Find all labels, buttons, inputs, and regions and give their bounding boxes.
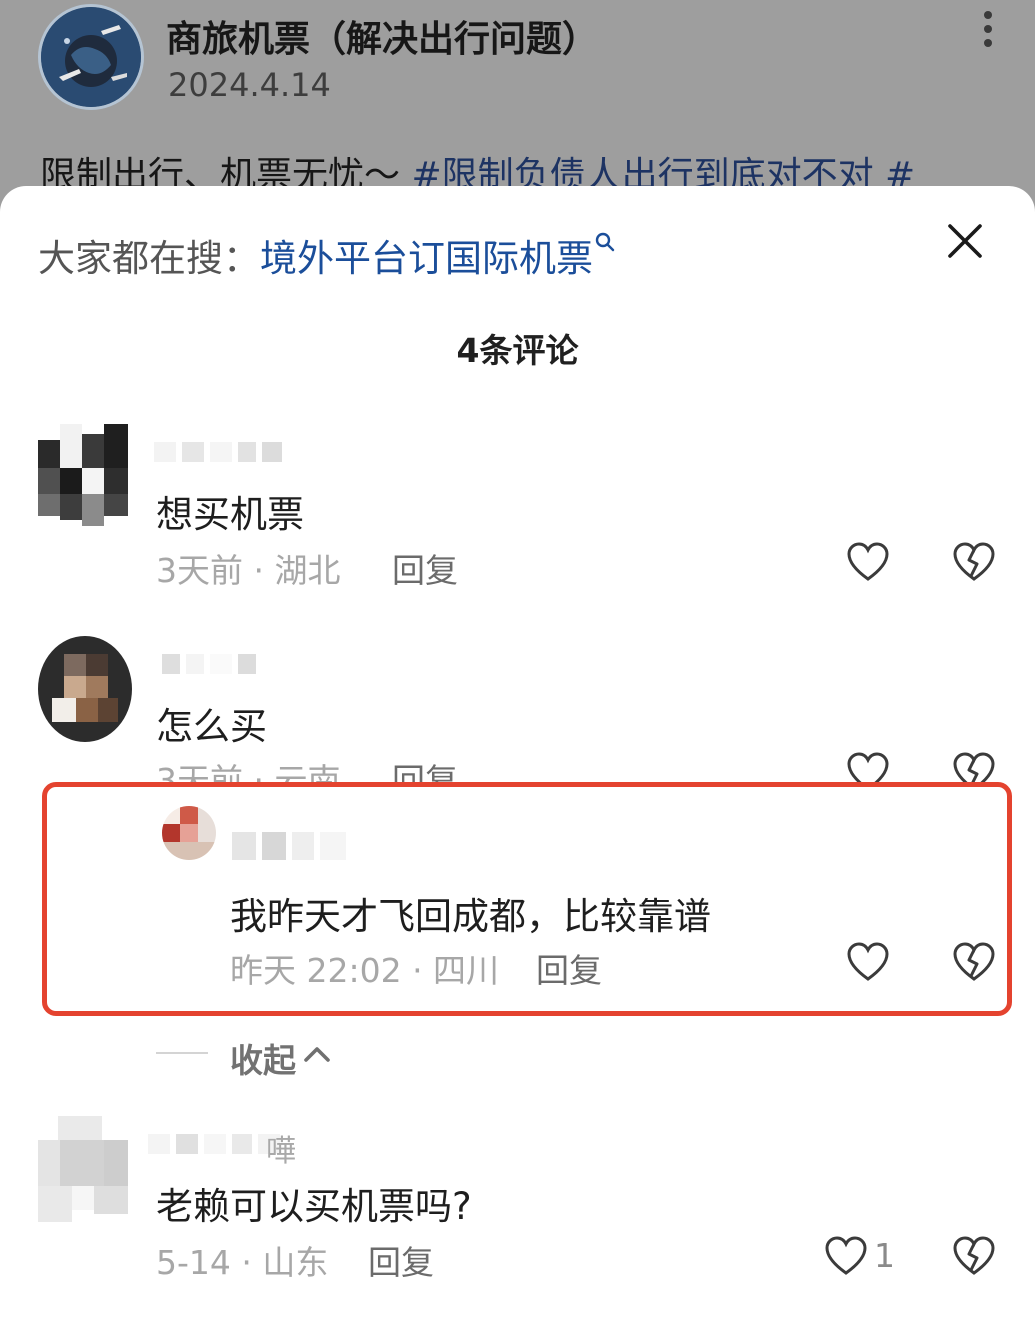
heart-icon[interactable] xyxy=(824,1236,868,1276)
comments-count-title: 4条评论 xyxy=(456,331,579,370)
username-blurred[interactable] xyxy=(162,654,256,674)
username-blurred[interactable] xyxy=(232,832,346,860)
avatar[interactable] xyxy=(38,424,128,528)
search-icon xyxy=(595,232,615,252)
broken-heart-icon[interactable] xyxy=(952,542,996,582)
comment-meta: 3天前 · 湖北 xyxy=(156,551,341,590)
globe-logo-icon xyxy=(41,7,141,107)
chevron-up-icon[interactable] xyxy=(302,1040,332,1070)
comment-meta: 5-14 · 山东 xyxy=(156,1243,329,1282)
like-count: 1 xyxy=(874,1236,895,1275)
trending-search-row[interactable]: 大家都在搜：境外平台订国际机票 xyxy=(38,228,615,282)
avatar[interactable] xyxy=(38,636,132,742)
heart-icon[interactable] xyxy=(846,942,890,982)
search-prefix: 大家都在搜： xyxy=(38,237,260,280)
collapse-divider xyxy=(156,1052,208,1054)
broken-heart-icon[interactable] xyxy=(952,1236,996,1276)
username-partial[interactable]: 嘩 xyxy=(266,1126,296,1170)
username-blurred[interactable] xyxy=(154,442,282,462)
avatar[interactable] xyxy=(38,1116,128,1222)
more-vertical-icon[interactable] xyxy=(978,10,998,50)
broken-heart-icon[interactable] xyxy=(952,942,996,982)
comment-meta: 昨天 22:02 · 四川 xyxy=(230,951,500,990)
comment-text: 想买机票 xyxy=(156,493,304,536)
comment-text: 老赖可以买机票吗? xyxy=(156,1185,472,1228)
close-icon[interactable] xyxy=(946,222,984,260)
username-blurred[interactable] xyxy=(148,1134,280,1154)
account-name[interactable]: 商旅机票（解决出行问题） xyxy=(166,10,598,62)
reply-button[interactable]: 回复 xyxy=(536,944,602,992)
heart-icon[interactable] xyxy=(846,542,890,582)
account-avatar[interactable] xyxy=(38,4,144,110)
comment-text: 怎么买 xyxy=(156,705,267,748)
collapse-replies-button[interactable]: 收起 xyxy=(230,1034,296,1082)
avatar[interactable] xyxy=(162,806,216,860)
post-date: 2024.4.14 xyxy=(168,66,331,104)
comment-text: 我昨天才飞回成都，比较靠谱 xyxy=(230,895,711,938)
search-term-link[interactable]: 境外平台订国际机票 xyxy=(260,237,593,280)
reply-button[interactable]: 回复 xyxy=(368,1236,434,1284)
reply-button[interactable]: 回复 xyxy=(392,544,458,592)
